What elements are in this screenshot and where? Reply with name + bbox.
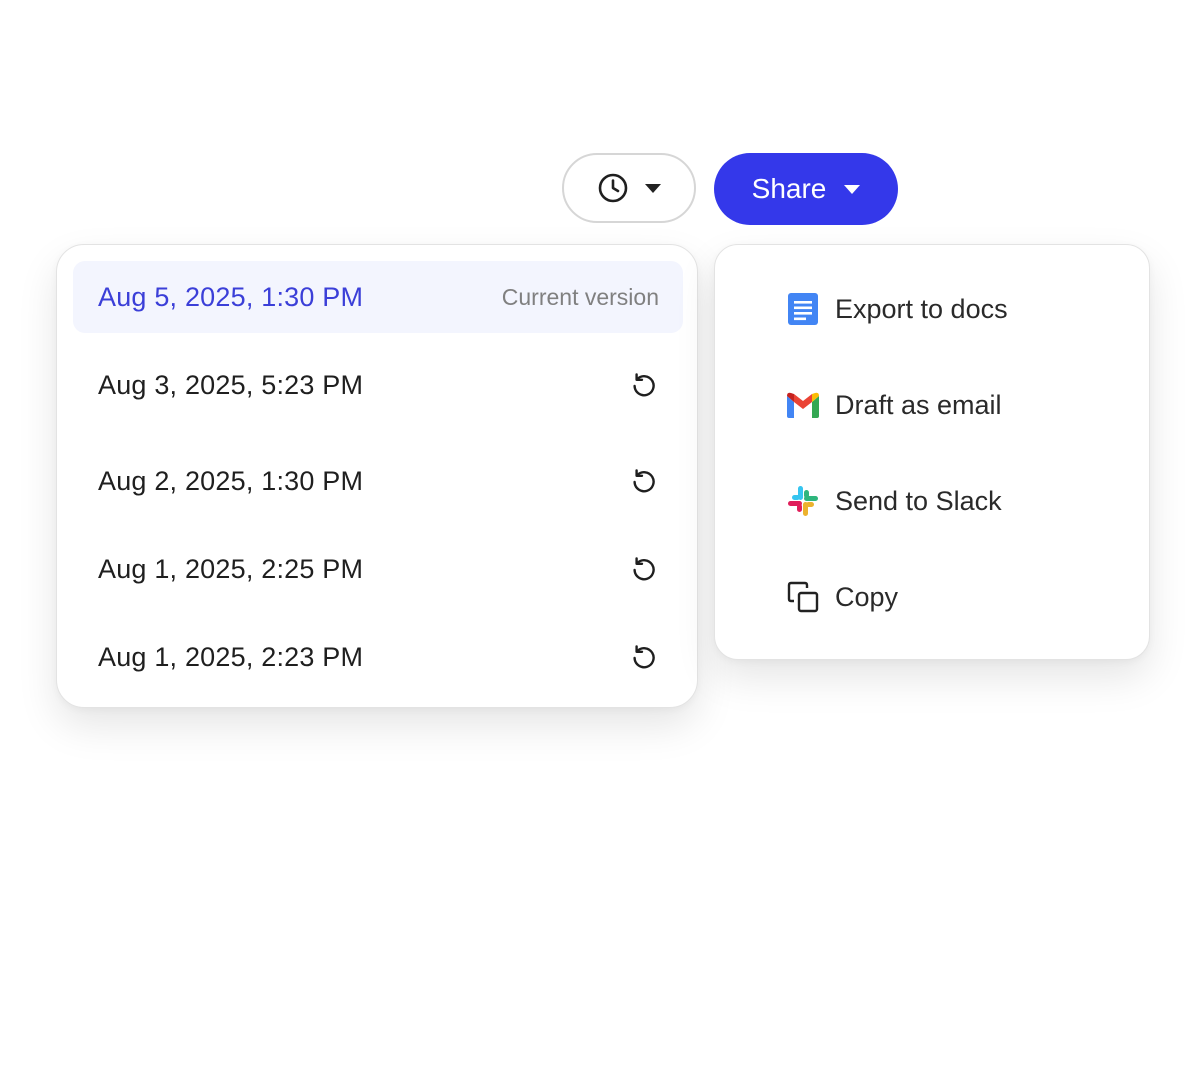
slack-icon <box>787 485 819 517</box>
copy-item[interactable]: Copy <box>771 567 1111 627</box>
version-history-button[interactable] <box>562 153 696 223</box>
current-version-label: Current version <box>501 283 659 310</box>
draft-as-email-label: Draft as email <box>835 389 1002 420</box>
send-to-slack-label: Send to Slack <box>835 485 1002 516</box>
share-menu: Export to docs Draft as email Send to Sl… <box>714 244 1150 660</box>
version-date: Aug 1, 2025, 2:25 PM <box>98 553 364 584</box>
export-to-docs-item[interactable]: Export to docs <box>771 279 1111 339</box>
send-to-slack-item[interactable]: Send to Slack <box>771 471 1111 531</box>
clock-icon <box>597 172 629 204</box>
copy-label: Copy <box>835 581 899 612</box>
export-to-docs-label: Export to docs <box>835 293 1008 324</box>
version-item[interactable]: Aug 1, 2025, 2:25 PM <box>73 533 683 605</box>
copy-icon <box>787 581 819 613</box>
version-date: Aug 5, 2025, 1:30 PM <box>98 281 364 312</box>
page: Share Aug 5, 2025, 1:30 PM Current versi… <box>0 0 1186 1088</box>
share-button[interactable]: Share <box>714 153 898 225</box>
version-item[interactable]: Aug 1, 2025, 2:23 PM <box>73 621 683 693</box>
chevron-down-icon <box>844 184 861 194</box>
restore-icon[interactable] <box>629 370 659 400</box>
share-button-label: Share <box>751 173 827 204</box>
version-date: Aug 1, 2025, 2:23 PM <box>98 641 364 672</box>
version-item[interactable]: Aug 3, 2025, 5:23 PM <box>73 349 683 421</box>
draft-as-email-item[interactable]: Draft as email <box>771 375 1111 435</box>
restore-icon[interactable] <box>629 554 659 584</box>
version-item[interactable]: Aug 2, 2025, 1:30 PM <box>73 445 683 517</box>
version-date: Aug 2, 2025, 1:30 PM <box>98 465 364 496</box>
version-date: Aug 3, 2025, 5:23 PM <box>98 369 364 400</box>
google-docs-icon <box>787 293 819 325</box>
gmail-icon <box>787 389 819 421</box>
restore-icon[interactable] <box>629 642 659 672</box>
version-history-menu: Aug 5, 2025, 1:30 PM Current version Aug… <box>56 244 698 708</box>
version-item-current[interactable]: Aug 5, 2025, 1:30 PM Current version <box>73 261 683 333</box>
chevron-down-icon <box>645 183 661 193</box>
restore-icon[interactable] <box>629 466 659 496</box>
